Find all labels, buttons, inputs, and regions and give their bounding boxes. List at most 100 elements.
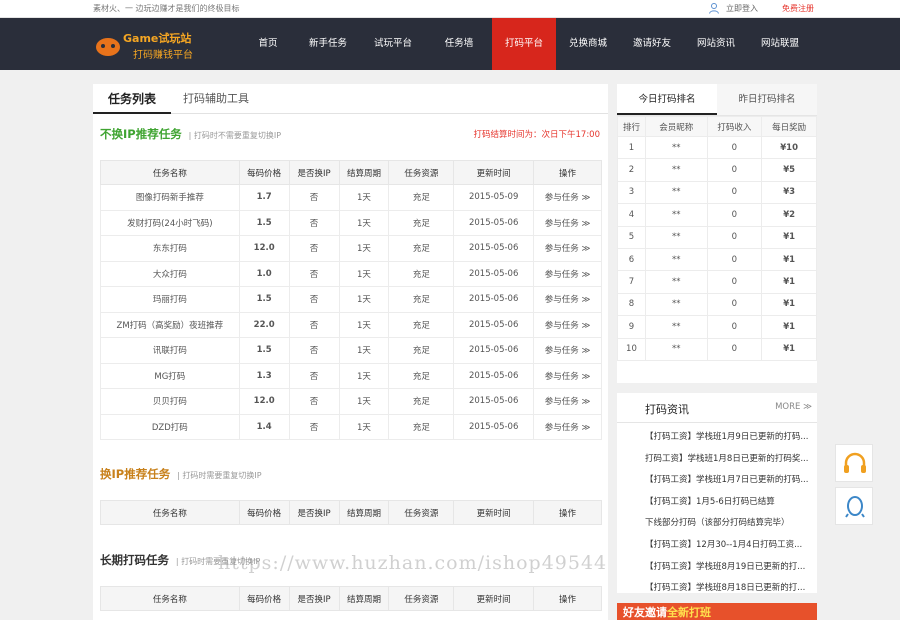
rank-prize: ¥1	[761, 225, 817, 249]
table-row: 讯联打码 1.5 否 1天 充足 2015-05-06 参与任务 ≫	[100, 337, 602, 364]
task-resource: 充足	[388, 388, 455, 415]
nav-newbie[interactable]: 新手任务	[296, 18, 360, 70]
join-task-link[interactable]: 参与任务 ≫	[533, 311, 602, 338]
task-date: 2015-05-06	[453, 311, 535, 338]
task-name: 发财打码(24小时飞码)	[100, 209, 240, 236]
task-name: 讯联打码	[100, 337, 240, 364]
join-task-link[interactable]: 参与任务 ≫	[533, 362, 602, 389]
nav-union[interactable]: 网站联盟	[748, 18, 812, 70]
site-logo[interactable]: Game试玩站 打码赚钱平台	[93, 27, 218, 63]
table-header-row: 任务名称 每码价格 是否换IP 结算周期 任务资源 更新时间 操作	[100, 586, 602, 611]
join-task-link[interactable]: 参与任务 ≫	[533, 413, 602, 440]
news-item[interactable]: 【打码工资】1月5-6日打码已结算	[617, 492, 817, 514]
rank-prize: ¥1	[761, 337, 817, 361]
task-resource: 充足	[388, 209, 455, 236]
task-resource: 充足	[388, 286, 455, 313]
rank-prize: ¥2	[761, 203, 817, 227]
rank-prize: ¥1	[761, 247, 817, 272]
task-price: 1.4	[238, 413, 290, 440]
join-task-link[interactable]: 参与任务 ≫	[533, 209, 602, 236]
rank-prize: ¥10	[761, 135, 817, 160]
news-item[interactable]: 【打码工资】学栈班8月18日已更新的打...	[617, 578, 817, 600]
task-name: MG打码	[100, 362, 240, 389]
task-ip: 否	[288, 311, 340, 338]
task-name: 贝贝打码	[100, 388, 240, 415]
rank-nickname: **	[644, 135, 708, 160]
join-task-link[interactable]: 参与任务 ≫	[533, 337, 602, 364]
join-task-link[interactable]: 参与任务 ≫	[533, 260, 602, 287]
nav-shop[interactable]: 兑换商城	[556, 18, 620, 70]
task-table-ip: 任务名称 每码价格 是否换IP 结算周期 任务资源 更新时间 操作	[100, 500, 602, 525]
banner-text-2: 全新打班	[667, 606, 711, 619]
nav-trial[interactable]: 试玩平台	[360, 18, 426, 70]
rank-column-header: 每日奖励	[761, 116, 817, 137]
qq-button[interactable]	[835, 487, 873, 525]
invite-banner[interactable]: 好友邀请全新打班	[617, 603, 817, 620]
register-link[interactable]: 免费注册	[782, 3, 814, 14]
task-resource: 充足	[388, 413, 455, 440]
join-task-link[interactable]: 参与任务 ≫	[533, 286, 602, 313]
main-nav: 首页 新手任务 试玩平台 任务墙 打码平台 兑换商城 邀请好友 网站资讯 网站联…	[240, 18, 812, 70]
task-cycle: 1天	[338, 388, 390, 415]
rank-nickname: **	[644, 158, 708, 182]
column-header: 更新时间	[453, 500, 535, 525]
nav-news[interactable]: 网站资讯	[684, 18, 748, 70]
news-item[interactable]: 【打码工资】学栈班8月19日已更新的打...	[617, 557, 817, 579]
login-link[interactable]: 立即登入	[726, 3, 758, 14]
tab-yesterday-rank[interactable]: 昨日打码排名	[717, 84, 817, 115]
news-item[interactable]: 【打码工资】学栈班1月9日已更新的打码...	[617, 427, 817, 449]
task-resource: 充足	[388, 260, 455, 287]
column-header: 每码价格	[238, 160, 290, 185]
task-ip: 否	[288, 286, 340, 313]
table-row: 东东打码 12.0 否 1天 充足 2015-05-06 参与任务 ≫	[100, 235, 602, 262]
tab-today-rank[interactable]: 今日打码排名	[617, 84, 717, 115]
rank-row: 5 ** 0 ¥1	[617, 225, 817, 249]
column-header: 任务资源	[388, 500, 455, 525]
table-row: 图像打码新手推荐 1.7 否 1天 充足 2015-05-09 参与任务 ≫	[100, 184, 602, 211]
rank-column-header: 打码收入	[706, 116, 763, 137]
task-price: 22.0	[238, 311, 290, 338]
news-head: 打码资讯 MORE ≫	[617, 393, 817, 423]
rank-no: 5	[617, 225, 646, 249]
join-task-link[interactable]: 参与任务 ≫	[533, 235, 602, 262]
tab-task-list[interactable]: 任务列表	[93, 84, 171, 114]
rank-no: 7	[617, 270, 646, 294]
join-task-link[interactable]: 参与任务 ≫	[533, 184, 602, 211]
task-date: 2015-05-06	[453, 388, 535, 415]
task-date: 2015-05-06	[453, 337, 535, 364]
news-more-link[interactable]: MORE ≫	[775, 402, 812, 412]
rank-nickname: **	[644, 247, 708, 272]
rank-income: 0	[706, 203, 763, 227]
task-ip: 否	[288, 413, 340, 440]
join-task-link[interactable]: 参与任务 ≫	[533, 388, 602, 415]
rank-income: 0	[706, 247, 763, 272]
news-item[interactable]: 【打码工资】12月30--1月4日打码工资...	[617, 535, 817, 557]
task-price: 1.7	[238, 184, 290, 211]
rank-row: 10 ** 0 ¥1	[617, 337, 817, 361]
rank-row: 2 ** 0 ¥5	[617, 158, 817, 182]
news-item[interactable]: 下线部分打码（该部分打码结算完毕）	[617, 513, 817, 535]
rank-prize: ¥3	[761, 180, 817, 205]
task-name: 大众打码	[100, 260, 240, 287]
rank-prize: ¥1	[761, 315, 817, 339]
task-name: 东东打码	[100, 235, 240, 262]
rank-column-header: 排行	[617, 116, 646, 137]
news-item[interactable]: 【打码工资】学栈班1月7日已更新的打码...	[617, 470, 817, 492]
rank-income: 0	[706, 315, 763, 339]
rank-income: 0	[706, 135, 763, 160]
rank-no: 6	[617, 247, 646, 272]
nav-captcha[interactable]: 打码平台	[492, 18, 556, 70]
customer-service-button[interactable]	[835, 444, 873, 482]
nav-task-wall[interactable]: 任务墙	[426, 18, 492, 70]
news-item[interactable]: 打码工资】学栈班1月8日已更新的打码奖...	[617, 449, 817, 471]
task-cycle: 1天	[338, 209, 390, 236]
rank-panel: 今日打码排名 昨日打码排名 排行 会员昵称 打码收入 每日奖励 1 ** 0 ¥10 2 ** 0…	[617, 84, 817, 383]
watermark: https://www.huzhan.com/ishop49544	[218, 552, 608, 574]
table-header-row: 任务名称 每码价格 是否换IP 结算周期 任务资源 更新时间 操作	[100, 500, 602, 525]
tab-tools[interactable]: 打码辅助工具	[183, 84, 249, 114]
rank-row: 3 ** 0 ¥3	[617, 180, 817, 205]
rank-table: 排行 会员昵称 打码收入 每日奖励 1 ** 0 ¥10 2 ** 0 ¥5 3 ** 0 ¥3 4 ** 0 ¥2…	[617, 116, 817, 361]
nav-invite[interactable]: 邀请好友	[620, 18, 684, 70]
task-cycle: 1天	[338, 413, 390, 440]
nav-home[interactable]: 首页	[240, 18, 296, 70]
